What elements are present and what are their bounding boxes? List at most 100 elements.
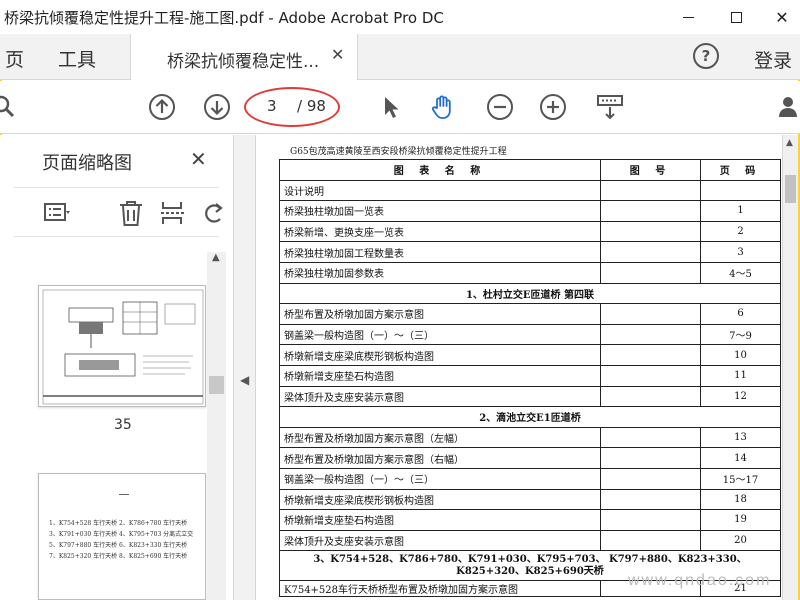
thumbnail-text-line: 7、K825+320 车行天桥 8、K825+690 车行天桥 bbox=[49, 553, 188, 560]
tab-home[interactable]: 页 bbox=[5, 45, 24, 72]
cell-page: 1 bbox=[700, 200, 781, 222]
cell-page: 20 bbox=[700, 529, 781, 552]
user-share-icon[interactable] bbox=[776, 93, 800, 121]
thumbnail-page-label: 35 bbox=[114, 417, 132, 433]
table-row: 桥梁新增、更换支座一览表 2 bbox=[279, 220, 781, 243]
cell-name: 桥墩新增支座梁底楔形钢板构造图 bbox=[279, 344, 601, 366]
cell-code bbox=[600, 364, 701, 387]
document-viewer[interactable]: G65包茂高速黄陵至西安段桥梁抗倾覆稳定性提升工程 图 表 名 称 图 号 页 … bbox=[256, 135, 782, 600]
page-thumbnail[interactable]: 1、K754+528 车行天桥 2、K786+780 车行天桥 3、K791+0… bbox=[38, 473, 206, 600]
cell-page: 15～17 bbox=[700, 467, 781, 490]
minimize-icon bbox=[682, 16, 694, 18]
cell-code bbox=[600, 241, 701, 263]
cell-code bbox=[600, 488, 701, 511]
page-thumbnail[interactable] bbox=[38, 285, 206, 407]
document-scrollbar[interactable]: ▲ bbox=[782, 135, 798, 600]
cell-name: 桥型布置及桥墩加固方案示意图（右幅） bbox=[279, 447, 601, 469]
table-row: 桥墩新增支座梁底楔形钢板构造图 10 bbox=[279, 344, 781, 366]
cell-name: 桥梁独柱墩加固一览表 bbox=[279, 200, 601, 222]
zoom-out-icon[interactable] bbox=[486, 93, 514, 121]
table-row: 梁体顶升及支座安装示意图 20 bbox=[279, 529, 781, 552]
table-row: 设计说明 bbox=[279, 179, 781, 202]
cell-page: 4～5 bbox=[700, 261, 781, 284]
cell-name: 桥墩新增支座梁底楔形钢板构造图 bbox=[279, 488, 601, 511]
close-tab-icon[interactable]: ✕ bbox=[331, 45, 344, 64]
cell-page: 14 bbox=[700, 447, 781, 469]
cell-code bbox=[600, 529, 701, 552]
maximize-icon bbox=[730, 11, 742, 23]
table-row: 钢盖梁一般构造图（一）～（三） 7～9 bbox=[279, 323, 781, 346]
table-row: 桥梁独柱墩加固参数表 4～5 bbox=[279, 261, 781, 284]
column-header: 图 表 名 称 bbox=[279, 159, 601, 181]
table-row: 桥墩新增支座垫石构造图 11 bbox=[279, 364, 781, 387]
column-header: 图 号 bbox=[600, 159, 701, 181]
page-down-icon[interactable] bbox=[203, 93, 231, 121]
thumbnail-text: 1、K754+528 车行天桥 2、K786+780 车行天桥 3、K791+0… bbox=[49, 518, 193, 562]
collapse-left-icon[interactable]: ◀ bbox=[240, 373, 249, 387]
cell-code bbox=[600, 200, 701, 222]
cell-name: 桥墩新增支座垫石构造图 bbox=[279, 509, 601, 531]
extract-pages-icon[interactable] bbox=[160, 200, 186, 226]
cell-name: 梁体顶升及支座安装示意图 bbox=[279, 529, 601, 552]
close-panel-icon[interactable]: ✕ bbox=[190, 147, 207, 171]
pdf-page: G65包茂高速黄陵至西安段桥梁抗倾覆稳定性提升工程 图 表 名 称 图 号 页 … bbox=[256, 135, 782, 600]
title-bar: 桥梁抗倾覆稳定性提升工程-施工图.pdf - Adobe Acrobat Pro… bbox=[0, 0, 800, 34]
cell-code bbox=[600, 467, 701, 490]
options-menu-icon[interactable] bbox=[44, 200, 70, 226]
scroll-mode-icon[interactable] bbox=[596, 93, 624, 121]
help-icon[interactable]: ? bbox=[693, 43, 719, 69]
cell-page: 13 bbox=[700, 426, 781, 449]
panel-collapse-strip[interactable]: ◀ bbox=[234, 135, 256, 600]
zoom-in-icon[interactable] bbox=[539, 93, 567, 121]
table-row: 梁体顶升及支座安装示意图 12 bbox=[279, 385, 781, 408]
cell-code bbox=[600, 323, 701, 346]
table-header-row: 图 表 名 称 图 号 页 码 bbox=[279, 159, 781, 181]
cell-code bbox=[600, 220, 701, 243]
minimize-button[interactable] bbox=[666, 0, 710, 34]
thumbnail-text-line: 1、K754+528 车行天桥 2、K786+780 车行天桥 bbox=[49, 520, 188, 527]
cell-page: 6 bbox=[700, 303, 781, 325]
scrollbar-thumb[interactable] bbox=[785, 175, 796, 203]
cell-page: 10 bbox=[700, 344, 781, 366]
thumbnail-line bbox=[119, 494, 129, 495]
cell-name: 桥型布置及桥墩加固方案示意图（左幅） bbox=[279, 426, 601, 449]
table-row: 桥梁独柱墩加固一览表 1 bbox=[279, 200, 781, 222]
cell-page: 19 bbox=[700, 509, 781, 531]
cell-name: 设计说明 bbox=[279, 179, 601, 202]
cell-code bbox=[600, 261, 701, 284]
cell-name: K754+528车行天桥桥型布置及桥墩加固方案示意图 bbox=[279, 580, 601, 598]
close-icon: ✕ bbox=[775, 7, 789, 27]
close-window-button[interactable]: ✕ bbox=[760, 0, 800, 34]
cell-page: 18 bbox=[700, 488, 781, 511]
table-row: 桥型布置及桥墩加固方案示意图（右幅） 14 bbox=[279, 447, 781, 469]
left-rail bbox=[0, 135, 14, 600]
cell-code bbox=[600, 179, 701, 202]
cell-name: 梁体顶升及支座安装示意图 bbox=[279, 385, 601, 408]
search-icon[interactable] bbox=[0, 93, 18, 121]
maximize-button[interactable] bbox=[714, 0, 758, 34]
cell-name: 钢盖梁一般构造图（一）～（三） bbox=[279, 467, 601, 490]
scrollbar-thumb[interactable] bbox=[209, 376, 224, 394]
cell-code bbox=[600, 344, 701, 366]
tab-document[interactable]: 桥梁抗倾覆稳定性... ✕ bbox=[130, 34, 358, 80]
rotate-icon[interactable] bbox=[200, 200, 226, 226]
cell-page bbox=[700, 179, 781, 202]
tab-tools[interactable]: 工具 bbox=[58, 45, 96, 72]
select-cursor-icon[interactable] bbox=[377, 93, 405, 121]
thumbnail-scrollbar[interactable]: ▲ bbox=[207, 252, 226, 600]
table-row: 桥型布置及桥墩加固方案示意图 6 bbox=[279, 303, 781, 325]
cell-code bbox=[600, 447, 701, 469]
scroll-up-icon[interactable]: ▲ bbox=[212, 252, 220, 263]
hand-tool-icon[interactable] bbox=[429, 93, 457, 121]
cell-page: 12 bbox=[700, 385, 781, 408]
drawing-thumbnail-image bbox=[42, 289, 204, 405]
delete-icon[interactable] bbox=[118, 200, 144, 226]
nav-bar: 页 工具 桥梁抗倾覆稳定性... ✕ ? 登录 bbox=[0, 34, 800, 80]
login-button[interactable]: 登录 bbox=[754, 46, 792, 73]
drawing-index-table: 图 表 名 称 图 号 页 码 设计说明 桥梁独柱墩加固一览表 1 桥梁新增、更换支座… bbox=[279, 159, 781, 598]
table-row: 桥墩新增支座垫石构造图 19 bbox=[279, 509, 781, 531]
section-title: 2、滴池立交E1匝道桥 bbox=[279, 406, 781, 428]
page-up-icon[interactable] bbox=[148, 93, 176, 121]
scroll-up-icon[interactable]: ▲ bbox=[786, 138, 793, 148]
cell-code bbox=[600, 385, 701, 408]
